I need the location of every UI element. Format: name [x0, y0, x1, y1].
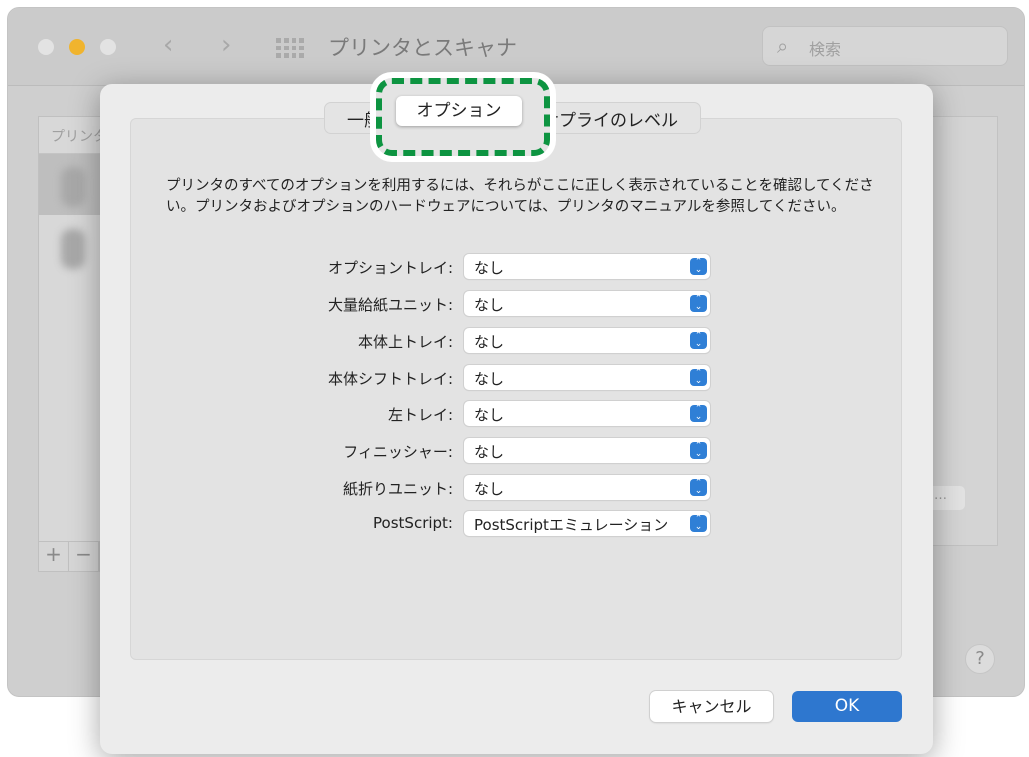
- chevron-updown-icon: ⌃ ⌄: [690, 258, 707, 275]
- option-tray-select[interactable]: なし ⌃ ⌄: [464, 254, 710, 279]
- chevron-updown-icon: ⌃ ⌄: [690, 442, 707, 459]
- chevron-updown-icon: ⌃ ⌄: [690, 515, 707, 532]
- add-remove-controls: + −: [38, 541, 100, 572]
- select-value: なし: [474, 333, 505, 351]
- forward-icon[interactable]: ›: [221, 30, 231, 60]
- finisher-select[interactable]: なし ⌃ ⌄: [464, 438, 710, 463]
- window-title: プリンタとスキャナ: [328, 36, 517, 60]
- zoom-button[interactable]: [100, 39, 116, 55]
- description-text: プリンタのすべてのオプションを利用するには、それらがここに正しく表示されているこ…: [166, 178, 874, 215]
- remove-button[interactable]: −: [69, 542, 99, 571]
- select-value: なし: [474, 259, 505, 277]
- select-value: なし: [474, 370, 505, 388]
- printer-detail-pane: [926, 116, 998, 546]
- option-label: 大量給紙ユニット:: [327, 296, 453, 314]
- ok-button[interactable]: OK: [792, 691, 902, 722]
- close-button[interactable]: [38, 39, 54, 55]
- chevron-updown-icon: ⌃ ⌄: [690, 332, 707, 349]
- select-value: なし: [474, 443, 505, 461]
- select-value: なし: [474, 406, 505, 424]
- select-value: PostScriptエミュレーション: [474, 516, 669, 534]
- select-value: なし: [474, 296, 505, 314]
- folding-unit-select[interactable]: なし ⌃ ⌄: [464, 475, 710, 500]
- chevron-updown-icon: ⌃ ⌄: [690, 479, 707, 496]
- option-label: フィニッシャー:: [343, 443, 453, 461]
- more-button[interactable]: …: [928, 486, 965, 510]
- large-capacity-tray-select[interactable]: なし ⌃ ⌄: [464, 291, 710, 316]
- cancel-button[interactable]: キャンセル: [650, 691, 773, 722]
- search-icon: ⌕: [777, 34, 789, 58]
- option-label: 本体上トレイ:: [357, 333, 453, 351]
- chevron-updown-icon: ⌃ ⌄: [690, 295, 707, 312]
- postscript-select[interactable]: PostScriptエミュレーション ⌃ ⌄: [464, 511, 710, 536]
- option-label: オプショントレイ:: [327, 259, 453, 277]
- internal-upper-tray-select[interactable]: なし ⌃ ⌄: [464, 328, 710, 353]
- option-label: 左トレイ:: [387, 406, 453, 424]
- printer-icon: [61, 167, 85, 207]
- grid-icon[interactable]: [276, 38, 304, 58]
- options-sheet: 一般 オプション サプライのレベル オプション プリンタのすべてのオプションを利…: [100, 72, 933, 754]
- back-icon[interactable]: ‹: [163, 30, 173, 60]
- select-value: なし: [474, 480, 505, 498]
- chevron-updown-icon: ⌃ ⌄: [690, 405, 707, 422]
- tab-options-highlighted[interactable]: オプション: [396, 96, 522, 126]
- help-button[interactable]: ?: [965, 644, 995, 674]
- option-label: 紙折りユニット:: [342, 480, 453, 498]
- highlight-callout: オプション: [370, 72, 556, 162]
- chevron-updown-icon: ⌃ ⌄: [690, 369, 707, 386]
- option-label: PostScript:: [373, 514, 453, 532]
- internal-shift-tray-select[interactable]: なし ⌃ ⌄: [464, 365, 710, 390]
- add-button[interactable]: +: [39, 542, 69, 571]
- search-placeholder: 検索: [809, 40, 842, 59]
- left-tray-select[interactable]: なし ⌃ ⌄: [464, 401, 710, 426]
- search-input[interactable]: ⌕ 検索: [762, 26, 1008, 66]
- option-label: 本体シフトトレイ:: [327, 370, 453, 388]
- printer-icon: [61, 229, 85, 269]
- minimize-button[interactable]: [69, 39, 85, 55]
